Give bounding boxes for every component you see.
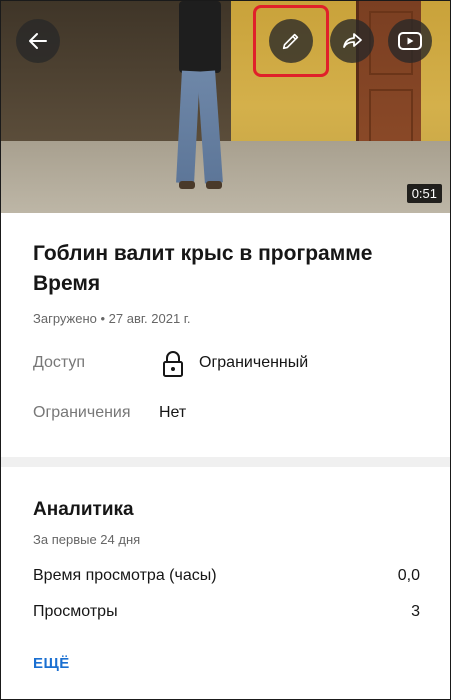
edit-button-highlight — [253, 5, 329, 77]
youtube-play-icon — [397, 31, 423, 51]
share-arrow-icon — [340, 29, 364, 53]
share-button[interactable] — [330, 19, 374, 63]
upload-date: Загружено • 27 авг. 2021 г. — [33, 311, 191, 326]
video-scene-person — [173, 1, 233, 191]
watch-time-label: Время просмотра (часы) — [33, 567, 217, 584]
back-button[interactable] — [16, 19, 60, 63]
analytics-card: Аналитика За первые 24 дня Время просмот… — [1, 467, 450, 699]
video-player[interactable]: 0:51 — [1, 1, 450, 213]
video-duration: 0:51 — [406, 184, 442, 203]
access-label: Доступ — [33, 354, 86, 371]
access-value[interactable]: Ограниченный — [199, 354, 308, 372]
open-in-youtube-button[interactable] — [388, 19, 432, 63]
restrictions-value[interactable]: Нет — [159, 404, 186, 422]
restrictions-label: Ограничения — [33, 404, 131, 421]
watch-time-value: 0,0 — [397, 567, 420, 584]
app-screen: 0:51 Гоблин валит крыс в программе Время… — [0, 0, 451, 700]
views-value: 3 — [411, 603, 420, 620]
video-details-card: Гоблин валит крыс в программе Время Загр… — [1, 213, 450, 457]
analytics-title: Аналитика — [33, 499, 134, 520]
more-button[interactable]: ЕЩЁ — [33, 655, 70, 672]
arrow-left-icon — [26, 29, 50, 53]
views-label: Просмотры — [33, 603, 118, 620]
lock-icon — [161, 350, 185, 378]
analytics-period: За первые 24 дня — [33, 532, 141, 547]
video-title: Гоблин валит крыс в программе Время — [33, 242, 373, 295]
